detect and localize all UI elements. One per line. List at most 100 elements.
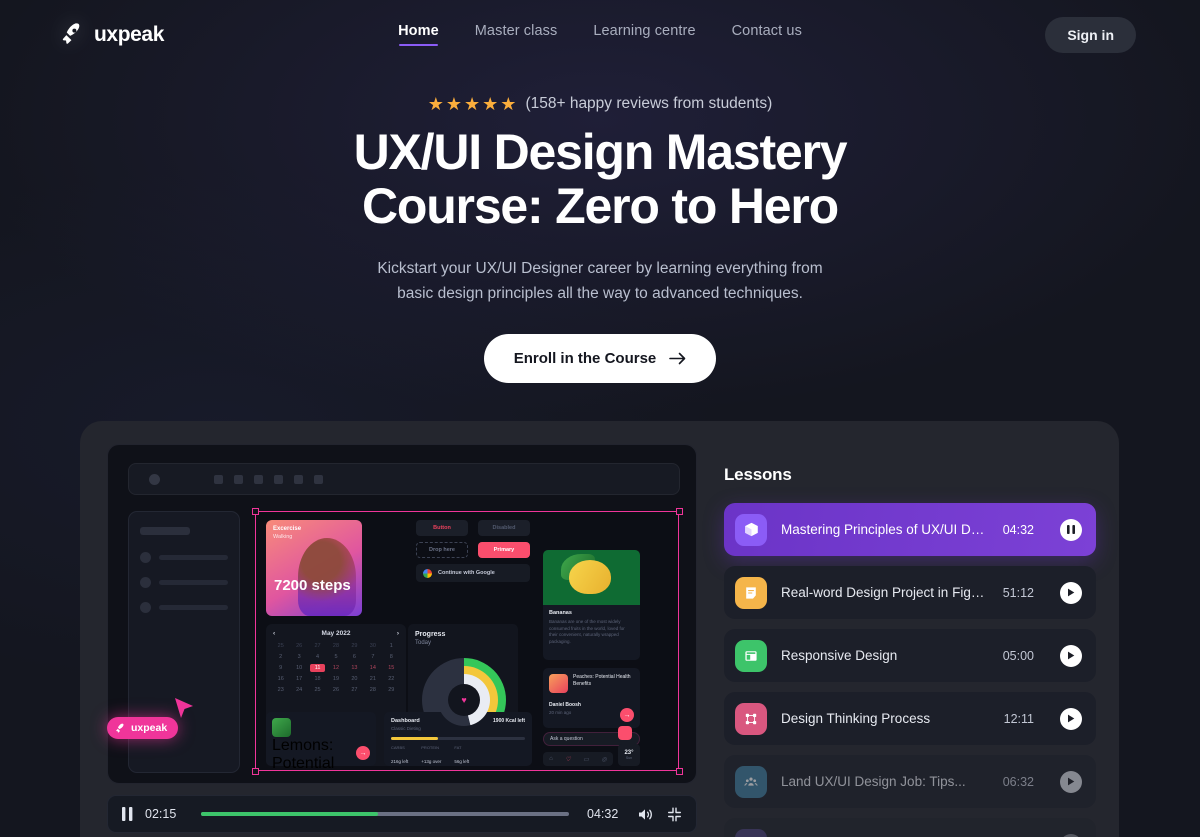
calendar-header: ‹ May 2022 › — [273, 630, 399, 637]
nav-item-learning-centre[interactable]: Learning centre — [593, 23, 695, 46]
volume-button[interactable] — [637, 807, 655, 822]
reviews-row: ★ ★ ★ ★ ★ (158+ happy reviews from stude… — [0, 95, 1200, 113]
rocket-peak-logo-icon — [116, 723, 124, 733]
home-icon[interactable]: ⌂ — [549, 756, 553, 762]
lesson-duration: 04:32 — [1002, 522, 1034, 537]
arrow-right-icon — [669, 352, 686, 365]
headline-line-2: Course: Zero to Hero — [361, 178, 839, 234]
star-icon: ★ — [445, 94, 463, 114]
pause-button[interactable] — [122, 807, 133, 821]
note-icon — [735, 576, 767, 609]
play-icon[interactable] — [1060, 833, 1082, 837]
seek-bar-fill — [201, 812, 378, 816]
selection-handle[interactable] — [252, 768, 259, 775]
dashboard-progress-bar — [391, 737, 525, 740]
calendar-next-icon[interactable]: › — [397, 630, 399, 637]
peaches-card-arrow-icon[interactable]: → — [620, 708, 634, 722]
fullscreen-exit-button[interactable] — [667, 807, 682, 822]
landing-page: uxpeak Home Master class Learning centre… — [0, 0, 1200, 837]
lessons-heading: Lessons — [724, 465, 792, 484]
sign-in-button[interactable]: Sign in — [1045, 16, 1136, 53]
design-canvas-selection: Excercise Walking 7200 steps Button Disa… — [255, 511, 679, 771]
lesson-duration: 12:11 — [1003, 711, 1034, 726]
nodes-icon — [735, 702, 767, 735]
mock-dropzone: Drop here — [416, 542, 468, 558]
mock-button[interactable]: Button — [416, 520, 468, 536]
macro-carbs: CARBS 216g left — [391, 745, 409, 764]
toolbar-square — [234, 474, 243, 484]
lesson-duration: 51:12 — [1002, 585, 1034, 600]
exercise-card-metric: 7200 steps — [274, 577, 351, 594]
pause-icon[interactable] — [1060, 518, 1082, 541]
star-icon: ★ — [500, 94, 517, 114]
nav-item-master-class[interactable]: Master class — [475, 23, 558, 46]
mock-button-row-2: Drop here Primary — [416, 542, 530, 558]
progress-card-title: Progress — [415, 631, 446, 638]
lemons-thumbnail — [272, 718, 291, 737]
toolbar-square — [214, 474, 223, 484]
settings-icon[interactable]: ◎ — [601, 756, 606, 763]
subhead-line-1: Kickstart your UX/UI Designer career by … — [377, 260, 823, 277]
headline-line-1: UX/UI Design Mastery — [353, 124, 848, 180]
play-icon[interactable] — [1060, 707, 1082, 730]
skeleton-title — [140, 527, 190, 535]
selection-handle[interactable] — [252, 508, 259, 515]
mock-button-row-1: Button Disabled — [416, 520, 530, 536]
mock-primary-button[interactable]: Primary — [478, 542, 530, 558]
chat-icon[interactable]: ▭ — [583, 756, 589, 763]
lemons-card: Lemons: Potential Health Benefits Sarah … — [266, 712, 376, 770]
play-icon[interactable] — [1060, 770, 1082, 793]
lemons-card-arrow-icon[interactable]: → — [356, 746, 370, 760]
selection-handle[interactable] — [676, 768, 683, 775]
toolbar-square — [274, 474, 283, 484]
collab-cursor-label: uxpeak — [107, 717, 179, 739]
heart-icon: ♥ — [448, 684, 480, 716]
hero-subtitle: Kickstart your UX/UI Designer career by … — [0, 256, 1200, 306]
hero-section: ★ ★ ★ ★ ★ (158+ happy reviews from stude… — [0, 95, 1200, 383]
lemons-card-row: Lemons: Potential Health Benefits — [272, 718, 370, 770]
cta-wrapper: Enroll in the Course — [0, 334, 1200, 383]
selection-handle[interactable] — [676, 508, 683, 515]
google-icon — [423, 568, 432, 578]
toolbar-square — [254, 474, 263, 484]
enroll-button[interactable]: Enroll in the Course — [483, 334, 717, 383]
video-viewport[interactable]: Excercise Walking 7200 steps Button Disa… — [107, 444, 697, 784]
enroll-button-label: Enroll in the Course — [513, 350, 657, 367]
continue-with-google-button[interactable]: Continue with Google — [416, 564, 530, 582]
peaches-card: Peaches: Potential Health Benefits Danie… — [543, 668, 640, 728]
mock-accent-tile — [618, 726, 632, 740]
course-player-panel: Excercise Walking 7200 steps Button Disa… — [80, 421, 1119, 837]
video-column: Excercise Walking 7200 steps Button Disa… — [107, 444, 697, 837]
lesson-item[interactable]: Real-word Design Project in Figma 51:12 — [724, 566, 1096, 619]
peaches-thumbnail — [549, 674, 568, 693]
weather-widget: 23° Sun — [618, 744, 640, 766]
toolbar-square — [314, 474, 323, 484]
subhead-line-2: basic design principles all the way to a… — [397, 285, 803, 302]
star-rating: ★ ★ ★ ★ ★ — [428, 95, 517, 113]
lesson-item[interactable]: Responsive Design 05:00 — [724, 629, 1096, 682]
nav-item-contact-us[interactable]: Contact us — [732, 23, 802, 46]
seek-bar[interactable] — [201, 812, 569, 816]
total-time-label: 04:32 — [587, 807, 619, 821]
toolbar-square — [294, 474, 303, 484]
lesson-item[interactable]: Mastering Principles of UX/UI Design 04:… — [724, 503, 1096, 556]
lesson-item[interactable]: UI Design Analysis: Learn How to Opti...… — [724, 818, 1096, 837]
lesson-title: Design Thinking Process — [781, 711, 931, 726]
calendar-grid: 25 26 27 28 29 30 1 2345678 9 10 11 12 13 14 15 16 17… — [277, 643, 395, 693]
play-icon[interactable] — [1060, 644, 1082, 667]
play-icon[interactable] — [1060, 581, 1082, 604]
lesson-item[interactable]: Design Thinking Process 12:11 — [724, 692, 1096, 745]
calendar-prev-icon[interactable]: ‹ — [273, 630, 275, 637]
site-header: uxpeak Home Master class Learning centre… — [0, 0, 1200, 69]
skeleton-row — [140, 602, 228, 613]
collab-cursor-icon — [175, 698, 193, 718]
progress-card-sub: Today — [415, 640, 432, 646]
lesson-duration: 06:32 — [1002, 774, 1034, 789]
banana-illustration — [543, 550, 640, 605]
toolbar-dot — [149, 473, 160, 485]
lesson-item[interactable]: Land UX/UI Design Job: Tips... 06:32 — [724, 755, 1096, 808]
edit-icon — [735, 828, 767, 837]
nav-item-home[interactable]: Home — [398, 23, 439, 46]
heart-icon[interactable]: ♡ — [565, 756, 570, 763]
mock-button-disabled: Disabled — [478, 520, 530, 536]
